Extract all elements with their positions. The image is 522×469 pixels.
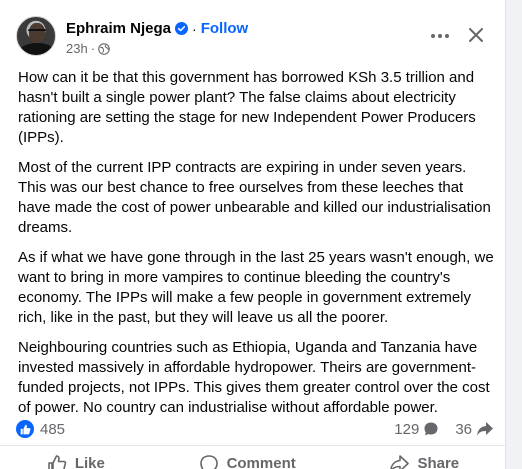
comment-label: Comment — [226, 455, 296, 469]
globe-icon — [98, 42, 110, 55]
more-options-icon — [431, 34, 449, 38]
reactions-count[interactable]: 485 — [40, 421, 65, 438]
meta-separator: · — [90, 41, 96, 56]
follow-button[interactable]: Follow — [201, 20, 249, 37]
post-card: Ephraim Njega · Follow 23h · How can it … — [0, 0, 506, 469]
post-paragraph: How can it be that this government has b… — [18, 69, 476, 146]
share-count-icon — [477, 422, 493, 436]
shares-count: 36 — [455, 420, 472, 438]
author-name[interactable]: Ephraim Njega — [66, 20, 171, 37]
like-reaction-icon[interactable] — [16, 420, 34, 438]
like-label: Like — [74, 455, 105, 469]
author-avatar[interactable] — [16, 16, 56, 56]
post-time[interactable]: 23h — [66, 41, 88, 56]
thumbs-up-icon — [48, 454, 67, 469]
comments-count-group[interactable]: 129 — [394, 421, 439, 438]
name-separator: · — [192, 20, 197, 37]
right-background-rail — [506, 0, 522, 469]
action-bar: Like Comment Share — [0, 445, 505, 469]
post-paragraph: As if what we have gone through in the l… — [18, 249, 494, 326]
post-header: Ephraim Njega · Follow 23h · — [16, 16, 494, 60]
comment-count-icon — [424, 422, 438, 436]
post-paragraph: Neighbouring countries such as Ethiopia,… — [18, 339, 490, 416]
comments-count: 129 — [394, 420, 420, 438]
share-label: Share — [417, 455, 460, 469]
post-body: How can it be that this government has b… — [18, 68, 496, 428]
post-paragraph: Most of the current IPP contracts are ex… — [18, 159, 491, 236]
more-options-button[interactable] — [426, 24, 454, 48]
close-button[interactable] — [463, 22, 489, 48]
verified-badge-icon — [175, 22, 189, 35]
comment-bubble-icon — [199, 454, 218, 469]
share-arrow-icon — [390, 454, 410, 469]
engagement-counts: 485 129 36 — [16, 418, 494, 440]
shares-count-group[interactable]: 36 — [455, 421, 494, 438]
like-button[interactable]: Like — [47, 448, 105, 469]
author-name-row: Ephraim Njega · Follow — [66, 20, 248, 37]
close-icon — [469, 28, 483, 42]
share-button[interactable]: Share — [389, 448, 459, 469]
post-meta: 23h · — [66, 41, 110, 56]
comment-button[interactable]: Comment — [199, 448, 296, 469]
